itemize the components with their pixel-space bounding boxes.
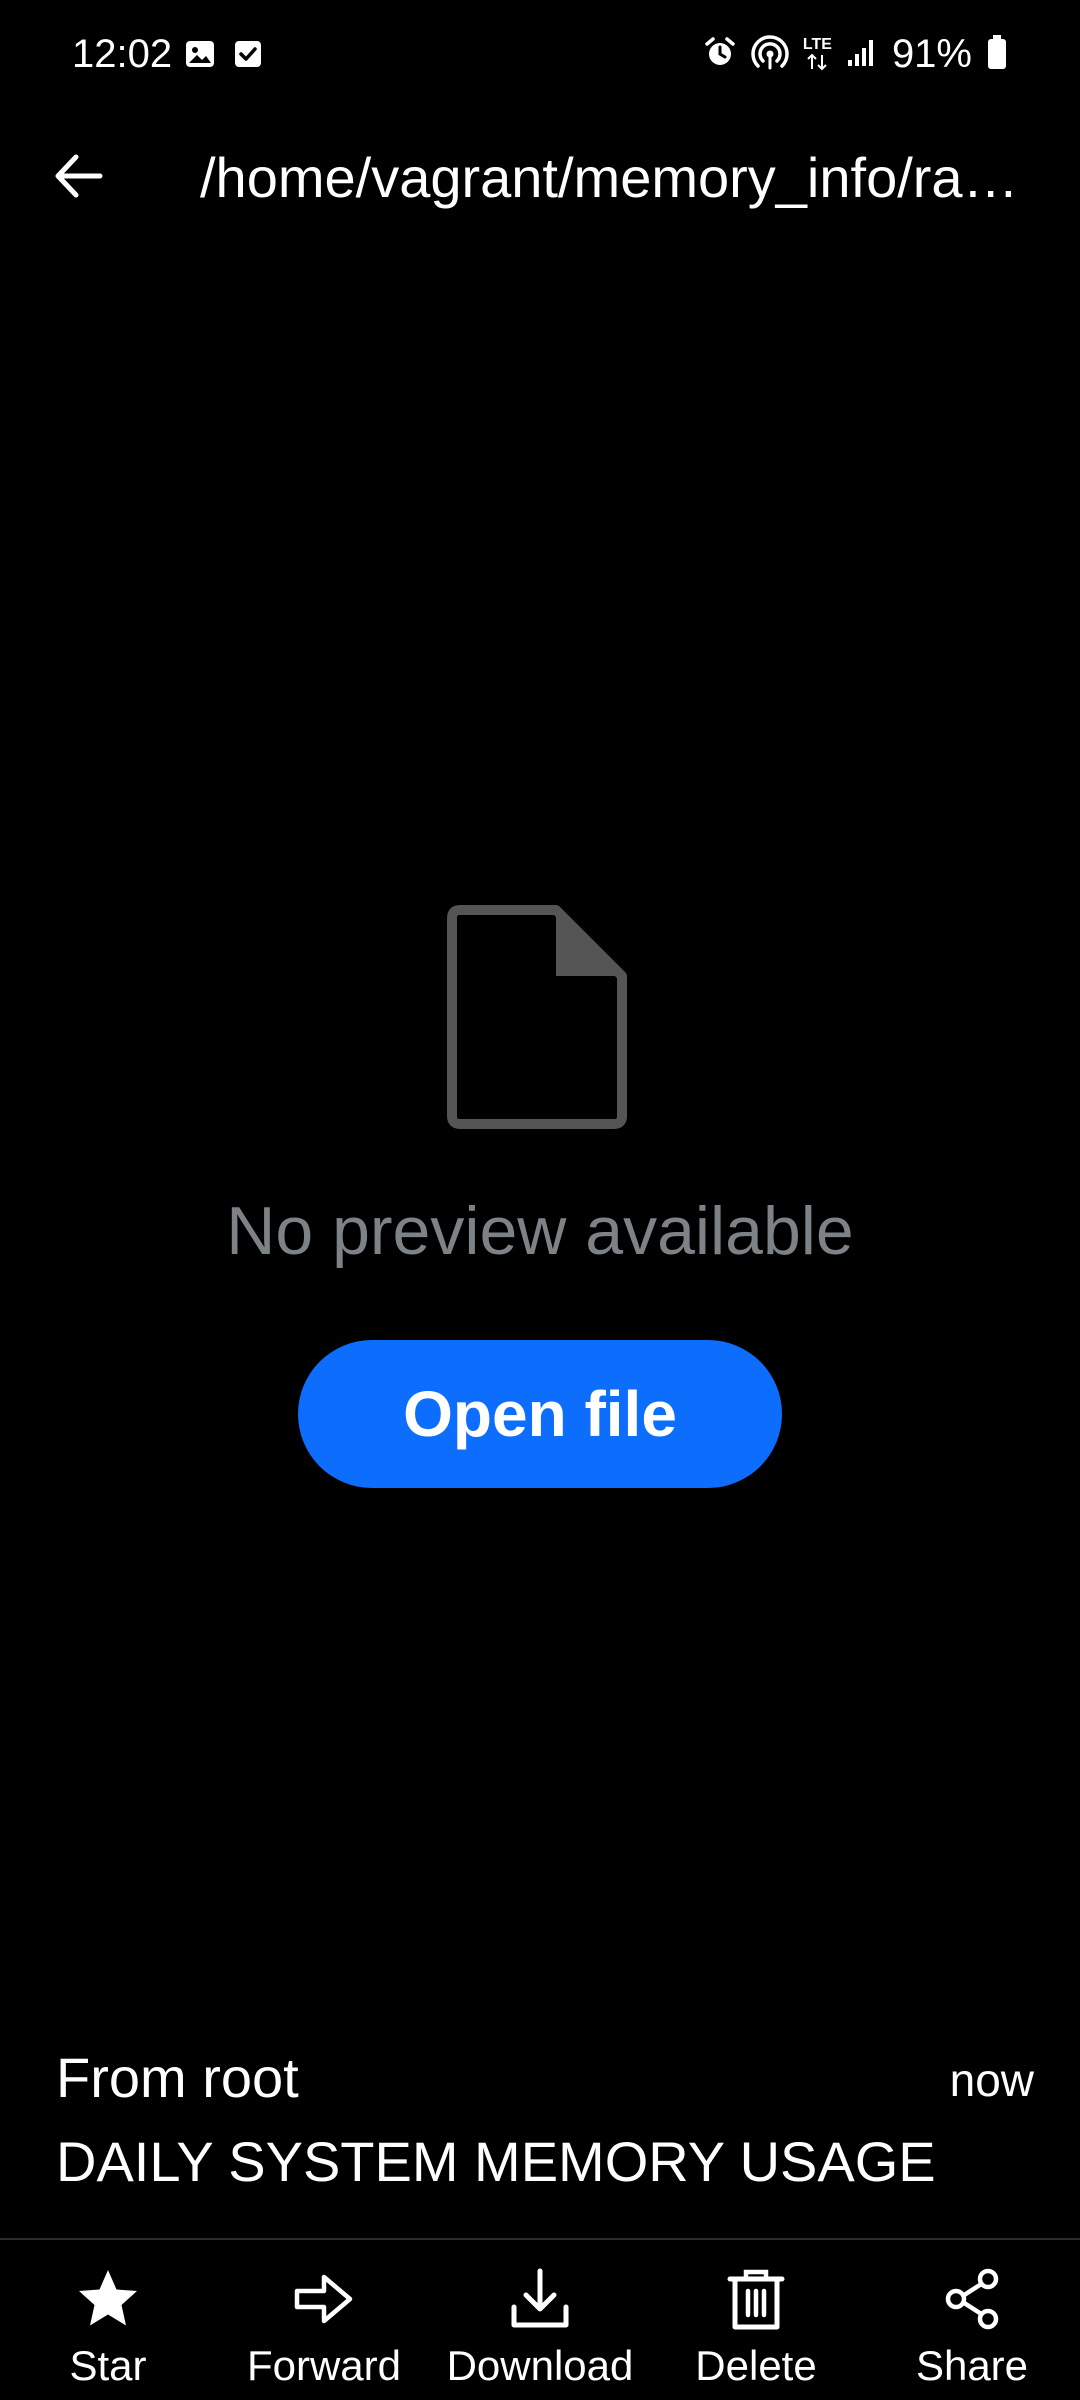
- battery-percent: 91%: [891, 32, 972, 76]
- back-arrow-icon: [50, 148, 106, 209]
- download-icon: [440, 2264, 640, 2334]
- no-preview-message: No preview available: [226, 1193, 854, 1269]
- status-right-group: LTE 91%: [703, 28, 1008, 80]
- star-button[interactable]: Star: [8, 2264, 208, 2394]
- delete-button[interactable]: Delete: [656, 2264, 856, 2394]
- page-title: /home/vagrant/memory_info/ram_usage: [200, 146, 1050, 209]
- status-bar: 12:02 LTE 91%: [0, 0, 1080, 108]
- forward-label: Forward: [246, 2342, 402, 2389]
- message-subject: DAILY SYSTEM MEMORY USAGE: [56, 2130, 936, 2193]
- star-label: Star: [69, 2342, 147, 2389]
- bottom-toolbar: Star Forward Download Delete Share: [0, 2240, 1080, 2400]
- download-label: Download: [446, 2342, 634, 2389]
- back-button[interactable]: [38, 138, 118, 218]
- lte-label: LTE: [802, 36, 832, 53]
- star-icon: [8, 2264, 208, 2334]
- open-file-button[interactable]: Open file: [298, 1340, 782, 1488]
- lte-icon: LTE: [803, 37, 832, 71]
- message-time: now: [949, 2054, 1034, 2106]
- gallery-icon: [184, 38, 216, 75]
- signal-icon: [846, 36, 878, 73]
- app-bar: /home/vagrant/memory_info/ram_usage: [0, 120, 1080, 230]
- trash-icon: [656, 2264, 856, 2334]
- download-button[interactable]: Download: [440, 2264, 640, 2394]
- document-icon: [446, 904, 628, 1130]
- delete-label: Delete: [695, 2342, 817, 2389]
- battery-icon: [986, 34, 1008, 75]
- share-icon: [872, 2264, 1072, 2334]
- forward-arrow-icon: [224, 2264, 424, 2334]
- status-time: 12:02: [72, 32, 173, 76]
- share-label: Share: [915, 2342, 1029, 2389]
- alarm-icon: [703, 35, 737, 74]
- checkbox-icon: [232, 38, 264, 75]
- forward-button[interactable]: Forward: [224, 2264, 424, 2394]
- hotspot-icon: [751, 33, 789, 76]
- message-sender: From root: [56, 2046, 299, 2109]
- share-button[interactable]: Share: [872, 2264, 1072, 2394]
- notification-icons: [184, 38, 264, 75]
